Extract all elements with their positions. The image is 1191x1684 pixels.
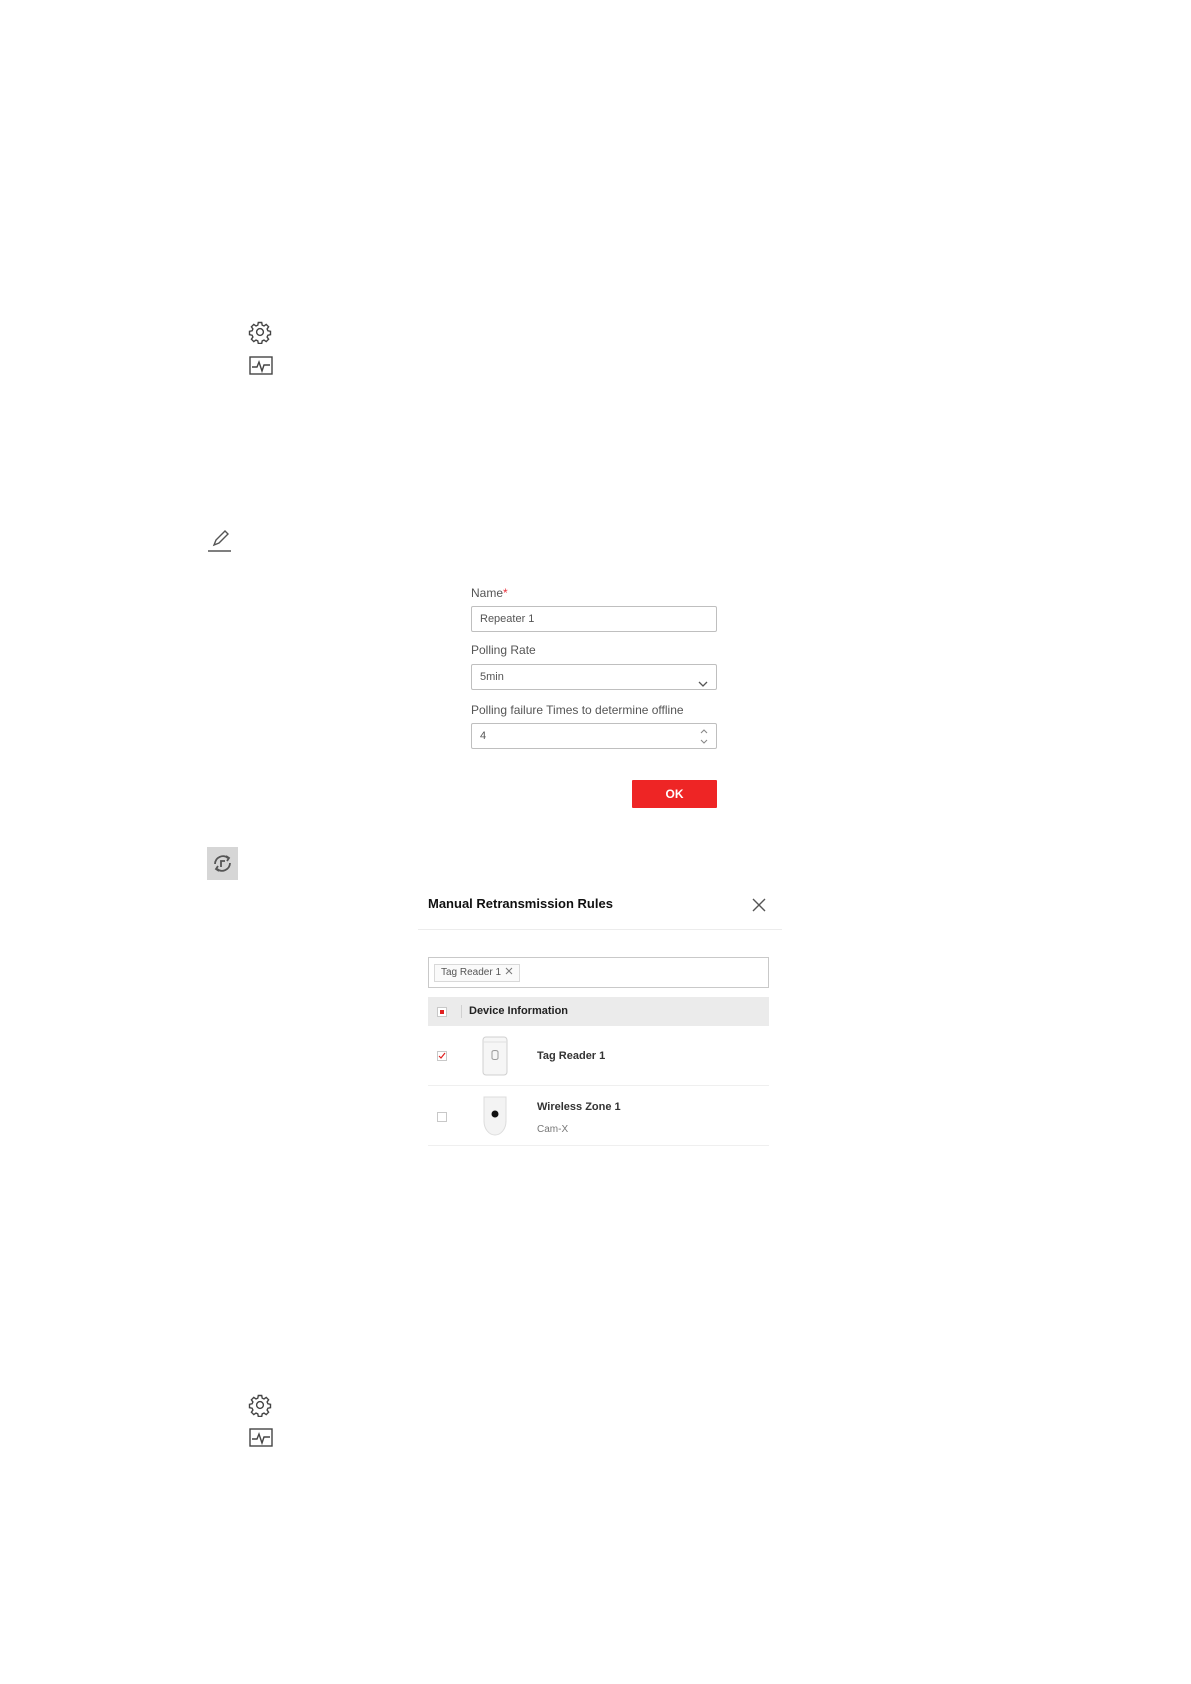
edit-pencil-icon[interactable] xyxy=(207,529,232,553)
status-monitor-icon[interactable] xyxy=(249,1428,273,1448)
table-row[interactable]: Tag Reader 1 xyxy=(428,1026,769,1086)
polling-rate-select[interactable]: 5min xyxy=(471,664,717,690)
panel-title: Manual Retransmission Rules xyxy=(428,896,613,911)
chip-remove-icon[interactable] xyxy=(505,965,513,981)
row-checkbox[interactable] xyxy=(437,1112,447,1122)
table-row[interactable]: Wireless Zone 1 Cam-X xyxy=(428,1086,769,1146)
wireless-zone-device-image xyxy=(481,1094,509,1143)
required-mark: * xyxy=(503,586,508,600)
chevron-down-icon xyxy=(698,673,708,697)
gear-icon[interactable] xyxy=(248,1393,272,1417)
selected-devices-box[interactable]: Tag Reader 1 xyxy=(428,957,769,988)
polling-rate-label: Polling Rate xyxy=(471,643,536,657)
polling-failure-stepper[interactable]: 4 xyxy=(471,723,717,749)
device-subtitle: Cam-X xyxy=(537,1124,569,1135)
stepper-arrows-icon[interactable] xyxy=(700,728,708,754)
select-all-checkbox[interactable] xyxy=(437,1007,447,1017)
tag-reader-device-image xyxy=(481,1036,509,1081)
device-name: Wireless Zone 1 xyxy=(537,1101,621,1113)
gear-icon[interactable] xyxy=(248,320,272,344)
selected-tag-label: Tag Reader 1 xyxy=(441,967,502,978)
polling-rate-value: 5min xyxy=(480,671,504,683)
table-header: Device Information xyxy=(428,997,769,1026)
device-name: Tag Reader 1 xyxy=(537,1050,606,1062)
polling-failure-label: Polling failure Times to determine offli… xyxy=(471,703,684,717)
selected-tag-chip: Tag Reader 1 xyxy=(434,964,521,982)
close-icon[interactable] xyxy=(751,897,767,913)
panel-divider xyxy=(418,929,782,930)
polling-failure-value: 4 xyxy=(480,730,487,742)
ok-button[interactable]: OK xyxy=(632,780,717,808)
name-label: Name* xyxy=(471,586,508,600)
device-information-header: Device Information xyxy=(469,1005,569,1017)
row-checkbox-checked[interactable] xyxy=(437,1051,447,1061)
repeater-settings-form: Name* Repeater 1 Polling Rate 5min Polli… xyxy=(471,585,717,749)
header-separator xyxy=(461,1005,462,1018)
retransmission-icon[interactable] xyxy=(207,847,238,880)
name-input[interactable]: Repeater 1 xyxy=(471,606,717,632)
status-monitor-icon[interactable] xyxy=(249,356,273,376)
name-input-value: Repeater 1 xyxy=(480,613,535,625)
